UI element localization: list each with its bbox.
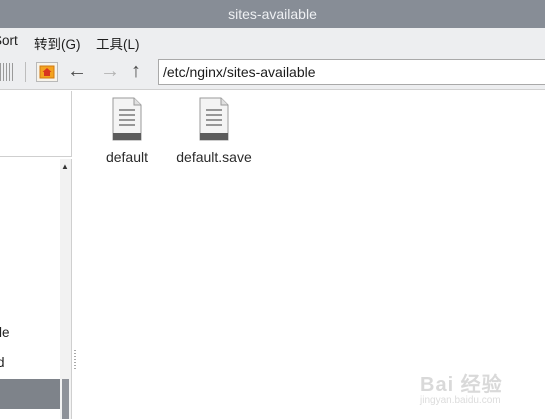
window-titlebar: sites-available bbox=[0, 0, 545, 28]
window-title: sites-available bbox=[228, 6, 317, 22]
file-name: default bbox=[105, 149, 149, 165]
file-name: default.save bbox=[176, 149, 252, 165]
scroll-thumb[interactable] bbox=[62, 379, 69, 419]
side-pane: le d ▲ bbox=[0, 91, 74, 419]
tree-item[interactable]: le bbox=[0, 325, 10, 340]
tree-item[interactable]: d bbox=[0, 355, 5, 370]
file-item[interactable]: default bbox=[82, 97, 172, 165]
toolbar: ← → ↑ /etc/nginx/sites-available bbox=[0, 54, 545, 90]
directory-tree: le d ▲ bbox=[0, 159, 72, 419]
toolbar-grip bbox=[0, 63, 14, 81]
places-panel bbox=[0, 91, 72, 157]
text-file-icon bbox=[199, 97, 229, 141]
splitter-grip-icon bbox=[74, 350, 76, 370]
tree-item-selected[interactable] bbox=[0, 379, 60, 409]
watermark-url: jingyan.baidu.com bbox=[420, 395, 501, 406]
back-arrow-icon[interactable]: ← bbox=[67, 59, 87, 83]
home-icon bbox=[39, 65, 55, 79]
toolbar-separator bbox=[25, 62, 26, 82]
forward-arrow-icon[interactable]: → bbox=[100, 59, 120, 83]
up-arrow-icon[interactable]: ↑ bbox=[131, 59, 141, 83]
text-file-icon bbox=[112, 97, 142, 141]
path-input[interactable]: /etc/nginx/sites-available bbox=[158, 59, 545, 85]
scroll-up-icon[interactable]: ▲ bbox=[61, 162, 69, 171]
file-item[interactable]: default.save bbox=[169, 97, 259, 165]
menu-sort[interactable]: Sort bbox=[0, 33, 18, 48]
watermark: Bai 经验 bbox=[420, 374, 503, 396]
menu-tools[interactable]: 工具(L) bbox=[96, 33, 140, 53]
menubar: Sort 转到(G) 工具(L) bbox=[0, 28, 545, 54]
menu-goto[interactable]: 转到(G) bbox=[34, 33, 81, 53]
home-button[interactable] bbox=[36, 62, 58, 82]
path-text: /etc/nginx/sites-available bbox=[163, 64, 316, 80]
